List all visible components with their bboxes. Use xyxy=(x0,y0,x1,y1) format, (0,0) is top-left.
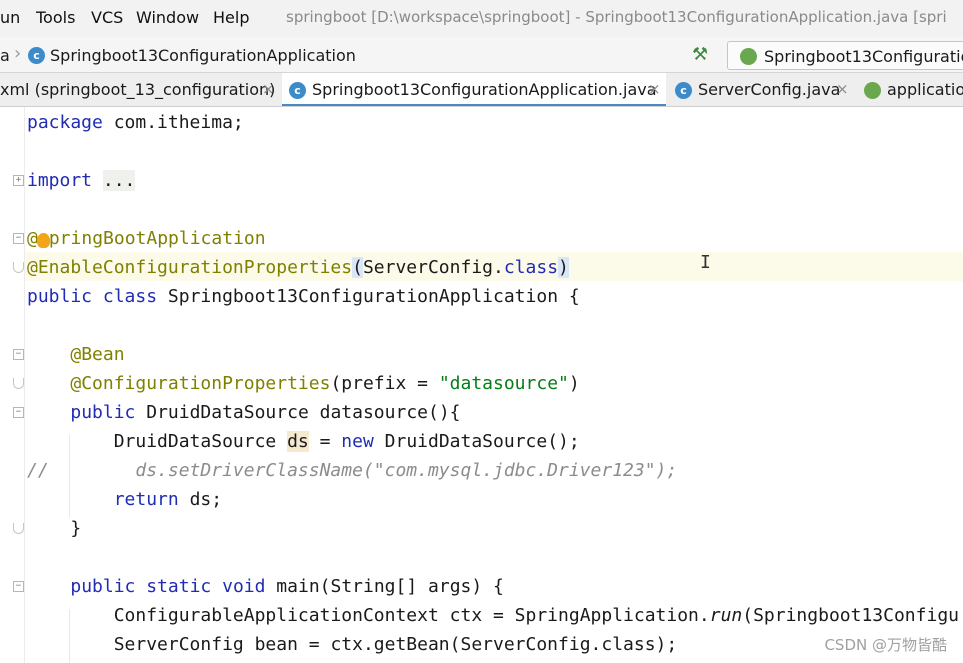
code-line-7: public class Springboot13ConfigurationAp… xyxy=(27,282,580,311)
code-line-10: @ConfigurationProperties(prefix = "datas… xyxy=(27,369,580,398)
static-method: run xyxy=(709,605,743,626)
code-text: main(String[] args) { xyxy=(265,576,504,597)
fold-collapse-icon[interactable]: − xyxy=(13,233,24,244)
code-line-9: @Bean xyxy=(27,340,125,369)
code-line-15: } xyxy=(27,514,81,543)
fold-end-icon[interactable] xyxy=(13,523,24,534)
code-line-12: DruidDataSource ds = new DruidDataSource… xyxy=(27,427,580,456)
folded-imports[interactable]: ... xyxy=(102,170,136,191)
class-icon: c xyxy=(675,82,692,99)
tab-label: xml (springboot_13_configuration) xyxy=(0,80,276,99)
code-text: ) xyxy=(568,373,580,394)
fold-end-icon[interactable] xyxy=(13,262,24,273)
spring-icon xyxy=(864,82,881,99)
code-line-1: package com.itheima; xyxy=(27,108,244,137)
code-text: Springboot13ConfigurationApplication { xyxy=(157,286,580,307)
text-cursor-icon: I xyxy=(700,252,711,273)
annotation: @EnableConfigurationProperties xyxy=(27,257,353,278)
breadcrumb-separator-icon: › xyxy=(14,43,22,64)
code-line-3: import ... xyxy=(27,166,136,195)
window-title: springboot [D:\workspace\springboot] - S… xyxy=(286,8,947,26)
code-line-13-comment: // ds.setDriverClassName("com.mysql.jdbc… xyxy=(27,460,678,481)
code-text: DruidDataSource xyxy=(113,431,288,452)
keyword: class xyxy=(503,257,559,278)
menu-vcs[interactable]: VCS xyxy=(91,8,123,27)
closing-brace: } xyxy=(70,518,82,539)
fold-expand-icon[interactable]: + xyxy=(13,175,24,186)
fold-collapse-icon[interactable]: − xyxy=(13,349,24,360)
menu-tools[interactable]: Tools xyxy=(36,8,75,27)
close-icon[interactable]: × xyxy=(648,80,661,98)
code-text: ServerConfig bean = ctx.getBean(ServerCo… xyxy=(113,634,678,655)
keyword: public xyxy=(70,402,136,423)
code-editor[interactable]: + − − − − package com.itheima; import ..… xyxy=(0,107,963,663)
keyword: new xyxy=(341,431,374,452)
code-text: DruidDataSource(); xyxy=(373,431,580,452)
annotation: @ConfigurationProperties xyxy=(70,373,331,394)
code-text: = xyxy=(308,431,342,452)
code-line-11: public DruidDataSource datasource(){ xyxy=(27,398,461,427)
keyword: return xyxy=(113,489,179,510)
code-line-6: @EnableConfigurationProperties(ServerCon… xyxy=(27,253,569,282)
watermark: CSDN @万物皆酷 xyxy=(824,636,947,654)
close-icon[interactable]: × xyxy=(262,80,275,98)
breadcrumb-package[interactable]: a xyxy=(0,46,10,65)
hammer-icon[interactable]: ⚒ xyxy=(692,44,708,65)
menu-window[interactable]: Window xyxy=(136,8,199,27)
menu-help[interactable]: Help xyxy=(213,8,249,27)
tab-label: ServerConfig.java xyxy=(698,80,841,99)
code-line-18: ConfigurableApplicationContext ctx = Spr… xyxy=(27,601,959,630)
fold-collapse-icon[interactable]: − xyxy=(13,407,24,418)
menu-bar: un Tools VCS Window Help springboot [D:\… xyxy=(0,0,963,37)
annotation: @Bean xyxy=(70,344,125,365)
run-configuration-label: Springboot13Configuratio xyxy=(764,47,963,66)
keyword: static xyxy=(146,576,212,597)
code-text: ConfigurableApplicationContext ctx = Spr… xyxy=(113,605,710,626)
fold-collapse-icon[interactable]: − xyxy=(13,581,24,592)
tab-serverconfig-java[interactable]: c ServerConfig.java × xyxy=(668,73,854,106)
tab-label: Springboot13ConfigurationApplication.jav… xyxy=(312,80,657,99)
code-text: (prefix = xyxy=(330,373,439,394)
spring-icon xyxy=(740,48,757,65)
fold-end-icon[interactable] xyxy=(13,378,24,389)
code-line-14: return ds; xyxy=(27,485,222,514)
string-literal: "datasource" xyxy=(438,373,569,394)
tab-label: applicatio xyxy=(887,80,963,99)
code-text: com.itheima; xyxy=(102,112,244,133)
class-icon: c xyxy=(289,82,306,99)
close-icon[interactable]: × xyxy=(836,80,849,98)
code-line-5: @ pringBootApplication xyxy=(27,224,266,253)
paren-match: ) xyxy=(558,257,569,278)
keyword: class xyxy=(102,286,158,307)
keyword: public xyxy=(27,286,93,307)
navigation-bar: a › c Springboot13ConfigurationApplicati… xyxy=(0,37,963,73)
code-text: (Springboot13Configu xyxy=(742,605,959,626)
keyword: import xyxy=(27,170,93,191)
keyword: package xyxy=(27,112,103,133)
lightbulb-icon[interactable] xyxy=(37,233,50,248)
keyword: public xyxy=(70,576,136,597)
tab-application-java[interactable]: c Springboot13ConfigurationApplication.j… xyxy=(282,73,666,106)
editor-tab-bar: xml (springboot_13_configuration) × c Sp… xyxy=(0,73,963,107)
paren-match: ( xyxy=(352,257,363,278)
annotation: pringBootApplication xyxy=(48,228,266,249)
variable-highlight: ds xyxy=(287,431,309,452)
code-line-17: public static void main(String[] args) { xyxy=(27,572,504,601)
code-text: ServerConfig. xyxy=(362,257,504,278)
menu-run[interactable]: un xyxy=(0,8,20,27)
tab-pom-xml[interactable]: xml (springboot_13_configuration) × xyxy=(0,73,280,106)
tab-application-properties[interactable]: applicatio xyxy=(858,73,963,106)
run-configuration-selector[interactable]: Springboot13Configuratio xyxy=(727,41,963,70)
code-text: ds; xyxy=(178,489,223,510)
code-line-19: ServerConfig bean = ctx.getBean(ServerCo… xyxy=(27,630,678,659)
keyword: void xyxy=(222,576,266,597)
breadcrumb-class[interactable]: Springboot13ConfigurationApplication xyxy=(50,46,356,65)
code-text: DruidDataSource datasource(){ xyxy=(135,402,461,423)
class-icon: c xyxy=(28,47,45,64)
